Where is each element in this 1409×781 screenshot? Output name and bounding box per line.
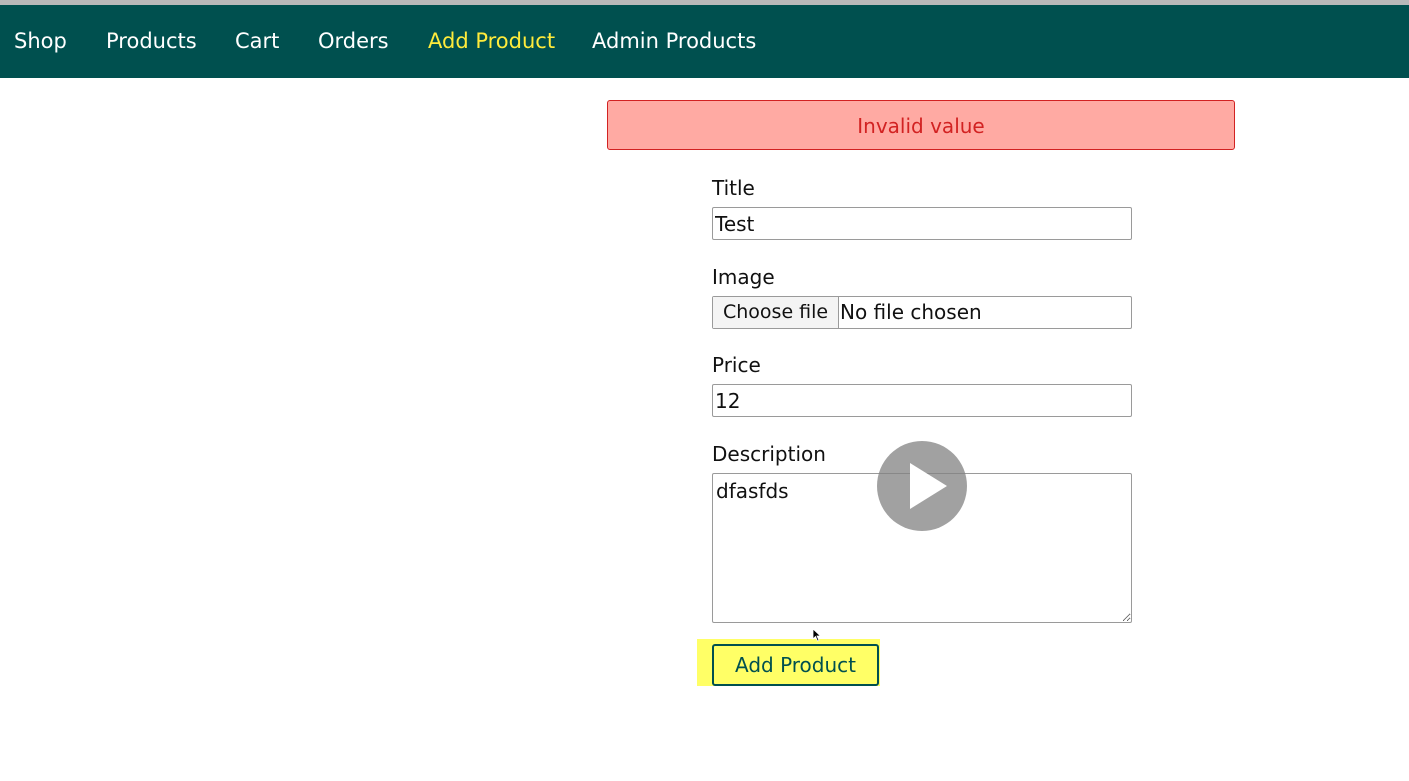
main-navigation: Shop Products Cart Orders Add Product Ad… <box>0 5 1409 78</box>
nav-link-shop[interactable]: Shop <box>14 5 67 78</box>
add-product-button[interactable]: Add Product <box>712 644 879 686</box>
title-label: Title <box>712 176 755 200</box>
nav-link-cart[interactable]: Cart <box>235 5 279 78</box>
error-message: Invalid value <box>607 100 1235 150</box>
nav-link-orders[interactable]: Orders <box>318 5 389 78</box>
choose-file-button[interactable]: Choose file <box>713 297 840 328</box>
description-label: Description <box>712 442 826 466</box>
play-icon[interactable] <box>877 441 967 531</box>
title-input[interactable] <box>712 207 1132 240</box>
price-input[interactable] <box>712 384 1132 417</box>
image-file-input[interactable]: Choose file No file chosen <box>712 296 1132 329</box>
mouse-cursor-icon <box>812 627 822 646</box>
price-label: Price <box>712 353 761 377</box>
image-label: Image <box>712 265 775 289</box>
nav-link-products[interactable]: Products <box>106 5 197 78</box>
file-status-text: No file chosen <box>840 300 982 324</box>
nav-link-admin-products[interactable]: Admin Products <box>592 5 756 78</box>
nav-link-add-product[interactable]: Add Product <box>428 5 555 78</box>
